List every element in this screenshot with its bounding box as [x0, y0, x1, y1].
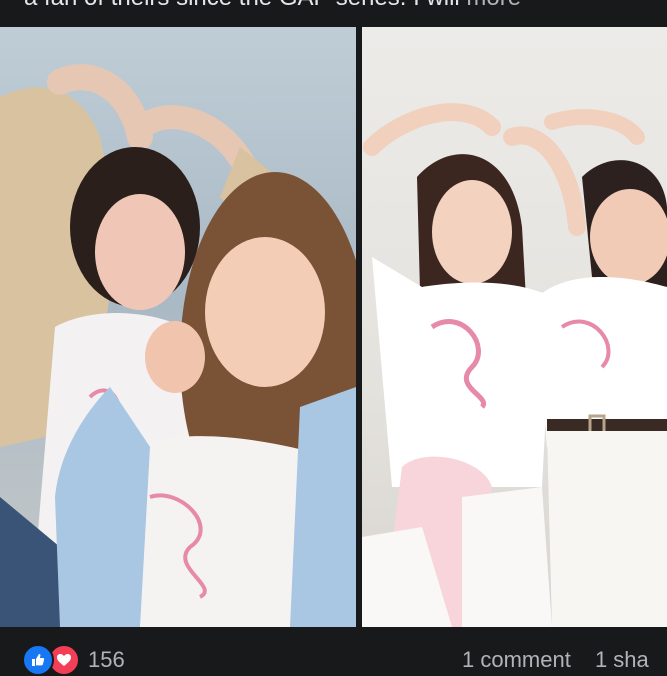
comment-count-link[interactable]: 1 comment — [462, 647, 571, 672]
left-photo[interactable] — [0, 27, 356, 627]
left-photo-illustration — [0, 64, 356, 627]
reaction-summary[interactable]: 156 — [22, 644, 125, 676]
post-caption: a fan of theirs since the GAP series. I … — [24, 0, 460, 10]
post-text: a fan of theirs since the GAP series. I … — [0, 0, 667, 10]
engagement-counts: 1 comment 1 sha — [462, 644, 649, 676]
like-icon — [22, 644, 54, 676]
right-photo[interactable] — [362, 27, 667, 627]
post-media — [0, 27, 667, 627]
see-more-link[interactable]: more — [466, 0, 521, 10]
right-photo-illustration — [362, 103, 667, 627]
reaction-count: 156 — [88, 647, 125, 672]
share-count-link[interactable]: 1 sha — [595, 647, 649, 672]
